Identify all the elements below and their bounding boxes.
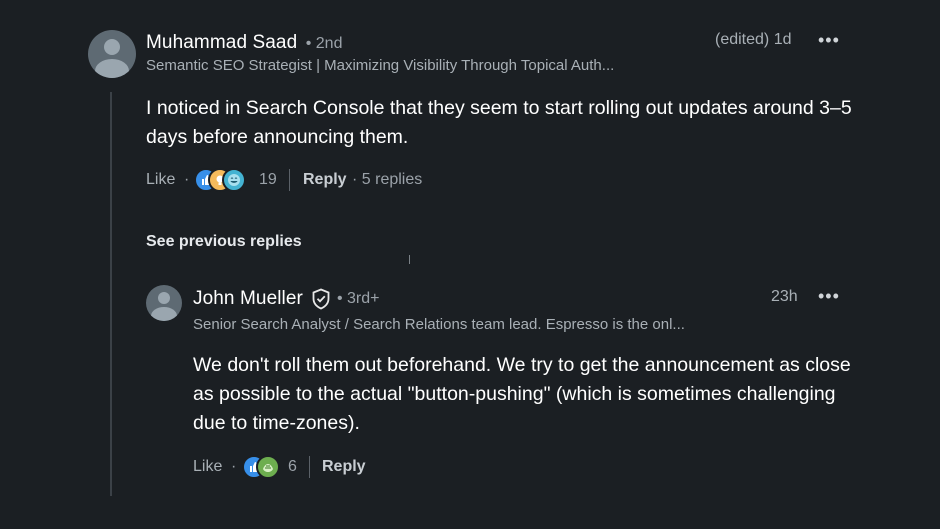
- commenter-name[interactable]: Muhammad Saad: [146, 32, 297, 53]
- reply-text: We don't roll them out beforehand. We tr…: [193, 354, 851, 434]
- comment-like-dot: ·: [184, 171, 190, 188]
- commenter-headline: Semantic SEO Strategist | Maximizing Vis…: [146, 57, 615, 74]
- commenter-degree: • 2nd: [305, 35, 343, 52]
- comment-like-button[interactable]: Like: [146, 171, 175, 189]
- reply-reply-button[interactable]: Reply: [322, 458, 366, 476]
- reply-timestamp: 23h: [771, 288, 798, 305]
- reply-reactions[interactable]: [242, 455, 286, 479]
- cursor-caret: [409, 255, 410, 264]
- comment-timestamp: (edited) 1d: [715, 31, 792, 48]
- reply-like-button[interactable]: Like: [193, 458, 222, 476]
- funny-icon: [222, 168, 246, 192]
- reply-action-divider: [309, 456, 310, 478]
- thread-line: [110, 92, 112, 496]
- commenter-avatar[interactable]: [88, 30, 136, 78]
- reply-reaction-count[interactable]: 6: [288, 458, 297, 476]
- comment-reaction-count[interactable]: 19: [259, 171, 277, 189]
- replier-degree: • 3rd+: [336, 290, 380, 307]
- comment-reactions[interactable]: [194, 168, 254, 192]
- see-previous-replies-button[interactable]: See previous replies: [146, 233, 302, 251]
- commenter-name-row: Muhammad Saad • 2nd: [146, 32, 342, 54]
- reply-more-icon[interactable]: •••: [818, 287, 840, 305]
- replier-headline: Senior Search Analyst / Search Relations…: [193, 316, 685, 333]
- verified-shield-icon: [311, 288, 331, 310]
- reply-like-dot: ·: [231, 458, 237, 475]
- comment-text: I noticed in Search Console that they se…: [146, 97, 852, 148]
- comment-more-icon[interactable]: •••: [818, 31, 840, 49]
- comment-reply-button[interactable]: Reply: [303, 171, 347, 189]
- replier-name[interactable]: John Mueller: [193, 288, 303, 310]
- support-icon: [256, 455, 280, 479]
- replier-name-row: John Mueller • 3rd+: [193, 288, 380, 310]
- comment-replies-count[interactable]: · 5 replies: [352, 171, 422, 189]
- comment-action-divider: [289, 169, 290, 191]
- replier-avatar[interactable]: [146, 285, 182, 321]
